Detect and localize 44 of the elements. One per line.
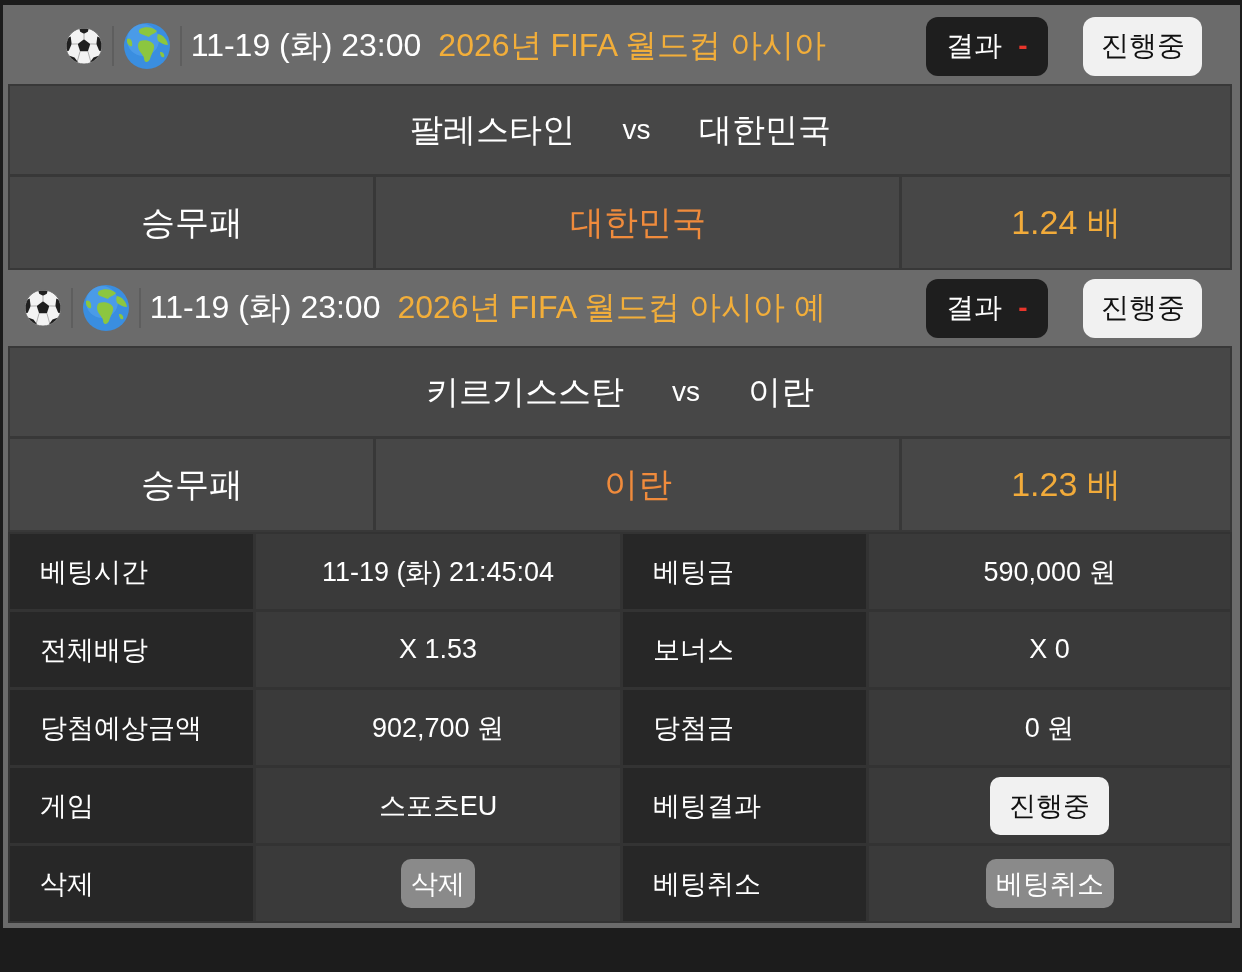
result-badge: 결과 -	[926, 278, 1048, 338]
status-badge: 진행중	[990, 776, 1109, 835]
vs-label: vs	[622, 114, 651, 146]
detail-value: X 1.53	[256, 612, 620, 687]
status-badge: 진행중	[1083, 278, 1202, 338]
detail-label: 당첨금	[623, 690, 866, 765]
detail-label: 당첨예상금액	[10, 690, 253, 765]
odds-cell: 1.23 배	[902, 439, 1230, 530]
detail-value: 902,700 원	[256, 690, 620, 765]
detail-value: X 0	[869, 612, 1230, 687]
detail-label: 베팅취소	[623, 846, 866, 921]
home-team: 팔레스타인	[409, 109, 575, 150]
vs-label: vs	[672, 376, 700, 408]
away-team: 이란	[748, 371, 814, 412]
bet-type-cell: 승무패	[10, 177, 373, 268]
detail-label: 베팅금	[623, 534, 866, 609]
soccer-ball-icon	[23, 289, 62, 327]
detail-value: 590,000 원	[869, 534, 1230, 609]
detail-value: 11-19 (화) 21:45:04	[256, 534, 620, 609]
detail-label: 게임	[10, 768, 253, 843]
detail-label: 보너스	[623, 612, 866, 687]
globe-icon	[81, 284, 130, 332]
league-name: 2026년 FIFA 월드컵 아시아	[438, 26, 826, 65]
home-team: 키르기스스탄	[426, 371, 624, 412]
league-name: 2026년 FIFA 월드컵 아시아 예	[397, 288, 826, 327]
match-datetime: 11-19 (화) 23:00	[190, 26, 422, 65]
match-datetime: 11-19 (화) 23:00	[149, 288, 381, 327]
globe-icon	[122, 22, 171, 70]
pick-cell: 대한민국	[376, 177, 899, 268]
status-badge: 진행중	[1083, 16, 1202, 76]
detail-value: 스포츠EU	[256, 768, 620, 843]
bet-type-cell: 승무패	[10, 439, 373, 530]
detail-label: 베팅결과	[623, 768, 866, 843]
detail-label: 베팅시간	[10, 534, 253, 609]
away-team: 대한민국	[698, 109, 831, 150]
detail-value: 0 원	[869, 690, 1230, 765]
detail-label: 전체배당	[10, 612, 253, 687]
detail-label: 삭제	[10, 846, 253, 921]
action-button[interactable]: 삭제	[401, 859, 475, 908]
action-button[interactable]: 베팅취소	[985, 859, 1114, 908]
result-badge: 결과 -	[926, 16, 1048, 76]
odds-cell: 1.24 배	[902, 177, 1230, 268]
soccer-ball-icon	[64, 27, 103, 65]
pick-cell: 이란	[376, 439, 899, 530]
